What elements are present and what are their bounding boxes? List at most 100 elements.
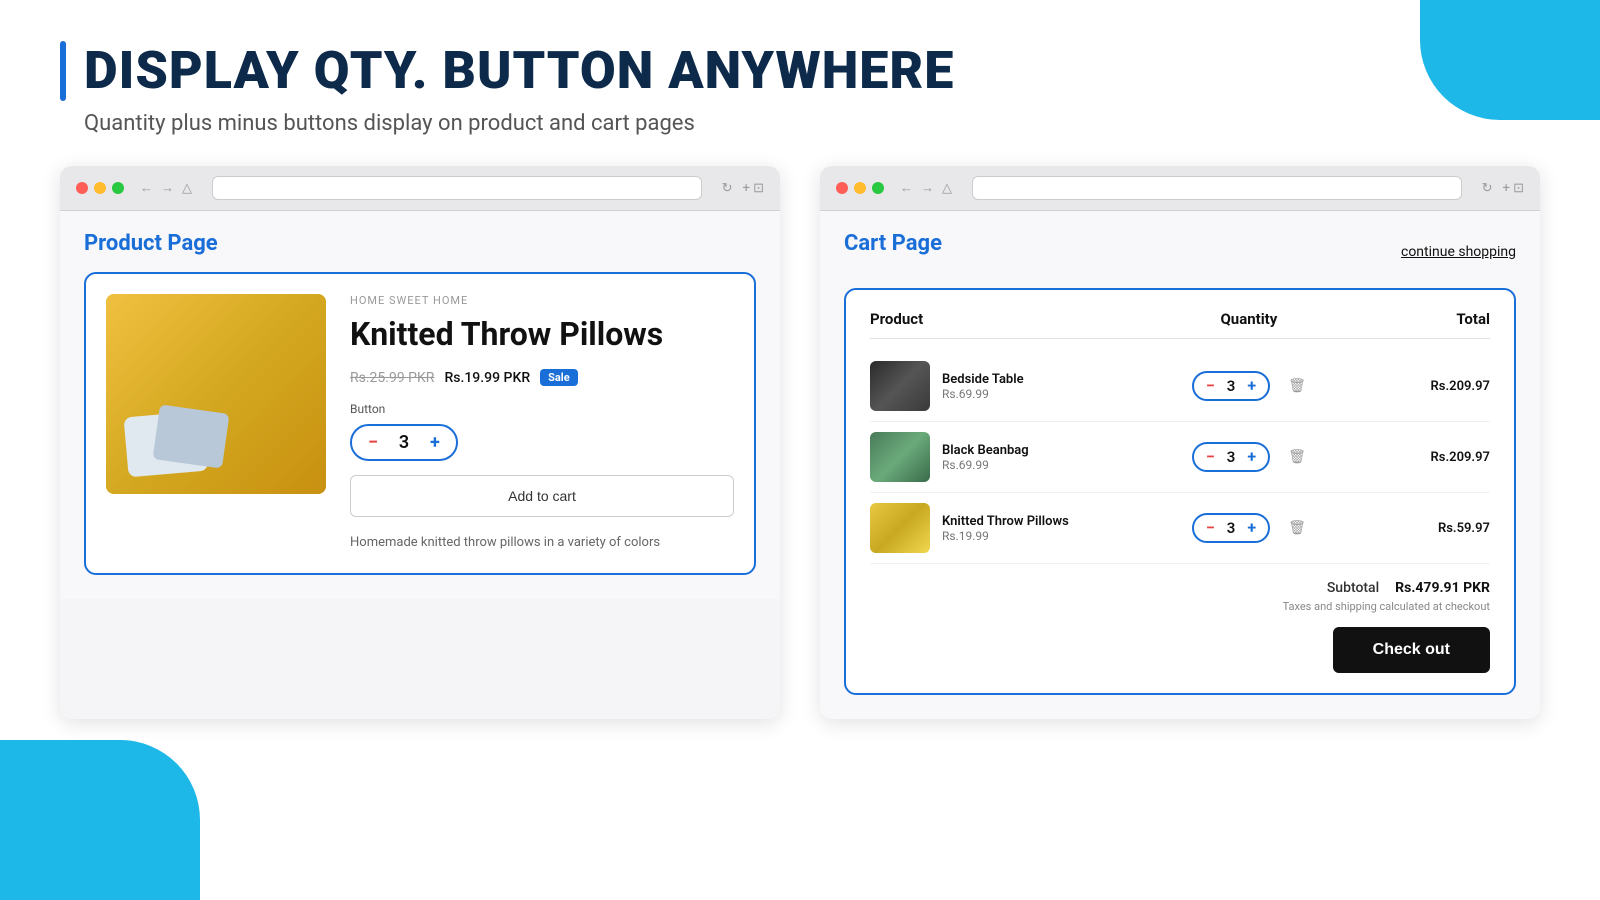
cart-qty-val-beanbag: 3 <box>1227 448 1236 466</box>
cart-qty-val-pillows: 3 <box>1227 519 1236 537</box>
product-browser-content: Product Page HOME SWEET HOME Knitted Thr… <box>60 211 780 599</box>
add-to-cart-button[interactable]: Add to cart <box>350 475 734 517</box>
price-original: Rs.25.99 PKR <box>350 370 434 386</box>
cart-section-title: Cart Page <box>844 231 942 256</box>
product-name: Knitted Throw Pillows <box>350 315 734 353</box>
item-info-bedside: Bedside Table Rs.69.99 <box>870 361 1146 411</box>
cart-qty-stepper-beanbag[interactable]: − 3 + <box>1192 442 1270 472</box>
subtotal-value: Rs.479.91 PKR <box>1395 580 1490 596</box>
cart-item: Bedside Table Rs.69.99 − 3 + 🗑 <box>870 351 1490 422</box>
cart-footer: Subtotal Rs.479.91 PKR Taxes and shippin… <box>870 580 1490 673</box>
cart-dot-green[interactable] <box>872 182 884 194</box>
cart-minus-bedside[interactable]: − <box>1206 378 1215 394</box>
cart-forward-btn[interactable]: → <box>921 180 934 196</box>
page-title: DISPLAY QTY. BUTTON ANYWHERE <box>84 40 954 101</box>
product-browser-toolbar: ← → △ ↻ + ⊡ <box>60 166 780 211</box>
cart-plus-pillows[interactable]: + <box>1247 520 1256 536</box>
item-name-pillows: Knitted Throw Pillows <box>942 514 1069 529</box>
cart-browser-address-bar[interactable] <box>972 176 1462 200</box>
col-header-product: Product <box>870 310 1146 328</box>
pillow-scene-image <box>106 294 326 494</box>
item-price-beanbag: Rs.69.99 <box>942 458 1029 472</box>
cart-new-tab-btn[interactable]: + ⊡ <box>1503 181 1525 196</box>
item-name-bedside: Bedside Table <box>942 372 1024 387</box>
item-total-pillows: Rs.59.97 <box>1352 521 1490 536</box>
item-name-beanbag: Black Beanbag <box>942 443 1029 458</box>
quantity-value: 3 <box>394 432 414 453</box>
item-price-pillows: Rs.19.99 <box>942 529 1069 543</box>
button-label: Button <box>350 402 734 416</box>
col-header-total: Total <box>1352 310 1490 328</box>
item-thumb-beanbag <box>870 432 930 482</box>
price-row: Rs.25.99 PKR Rs.19.99 PKR Sale <box>350 369 734 386</box>
browser-address-bar[interactable] <box>212 176 702 200</box>
dot-red[interactable] <box>76 182 88 194</box>
minus-button[interactable]: − <box>368 434 378 452</box>
cart-browser-nav: ← → △ <box>900 180 952 196</box>
cart-home-btn[interactable]: △ <box>942 181 952 196</box>
price-current: Rs.19.99 PKR <box>444 370 530 386</box>
col-header-quantity: Quantity <box>1146 310 1353 328</box>
product-image <box>106 294 326 494</box>
product-browser-mock: ← → △ ↻ + ⊡ Product Page HOME SWEET HOME… <box>60 166 780 719</box>
cart-browser-content: Cart Page continue shopping Product Quan… <box>820 211 1540 719</box>
delete-icon-beanbag[interactable]: 🗑 <box>1288 449 1306 465</box>
cart-browser-toolbar: ← → △ ↻ + ⊡ <box>820 166 1540 211</box>
item-thumb-bedside <box>870 361 930 411</box>
tax-note: Taxes and shipping calculated at checkou… <box>1283 600 1490 613</box>
title-bar-accent <box>60 41 66 101</box>
reload-btn[interactable]: ↻ <box>722 181 733 196</box>
product-section-title: Product Page <box>84 231 756 256</box>
cart-item: Black Beanbag Rs.69.99 − 3 + 🗑 <box>870 422 1490 493</box>
dot-yellow[interactable] <box>94 182 106 194</box>
item-qty-wrapper-beanbag: − 3 + 🗑 <box>1146 442 1353 472</box>
cart-browser-dots <box>836 182 884 194</box>
cart-reload-btn[interactable]: ↻ <box>1482 181 1493 196</box>
dot-green[interactable] <box>112 182 124 194</box>
item-qty-wrapper-pillows: − 3 + 🗑 <box>1146 513 1353 543</box>
deco-bottom-left <box>0 740 200 900</box>
panels-row: ← → △ ↻ + ⊡ Product Page HOME SWEET HOME… <box>60 166 1540 719</box>
subtotal-row: Subtotal Rs.479.91 PKR <box>1327 580 1490 596</box>
product-card: HOME SWEET HOME Knitted Throw Pillows Rs… <box>84 272 756 575</box>
browser-nav: ← → △ <box>140 180 192 196</box>
item-total-bedside: Rs.209.97 <box>1352 379 1490 394</box>
quantity-stepper[interactable]: − 3 + <box>350 424 458 461</box>
cart-qty-stepper-bedside[interactable]: − 3 + <box>1192 371 1270 401</box>
item-info-pillows: Knitted Throw Pillows Rs.19.99 <box>870 503 1146 553</box>
cart-dot-red[interactable] <box>836 182 848 194</box>
plus-button[interactable]: + <box>430 434 440 452</box>
page-subtitle: Quantity plus minus buttons display on p… <box>84 111 1540 136</box>
product-info: HOME SWEET HOME Knitted Throw Pillows Rs… <box>350 294 734 553</box>
new-tab-btn[interactable]: + ⊡ <box>743 181 765 196</box>
cart-plus-beanbag[interactable]: + <box>1247 449 1256 465</box>
cart-browser-mock: ← → △ ↻ + ⊡ Cart Page continue shopping … <box>820 166 1540 719</box>
product-description: Homemade knitted throw pillows in a vari… <box>350 533 734 553</box>
product-brand: HOME SWEET HOME <box>350 294 734 307</box>
continue-shopping-link[interactable]: continue shopping <box>1401 244 1516 260</box>
delete-icon-pillows[interactable]: 🗑 <box>1288 520 1306 536</box>
cart-card: Product Quantity Total Bedside Table Rs.… <box>844 288 1516 695</box>
forward-btn[interactable]: → <box>161 180 174 196</box>
cart-plus-bedside[interactable]: + <box>1247 378 1256 394</box>
cart-minus-beanbag[interactable]: − <box>1206 449 1215 465</box>
checkout-button[interactable]: Check out <box>1333 627 1490 673</box>
subtotal-label: Subtotal <box>1327 580 1379 596</box>
cart-qty-stepper-pillows[interactable]: − 3 + <box>1192 513 1270 543</box>
home-btn[interactable]: △ <box>182 181 192 196</box>
browser-dots <box>76 182 124 194</box>
sale-badge: Sale <box>540 369 578 386</box>
item-info-beanbag: Black Beanbag Rs.69.99 <box>870 432 1146 482</box>
item-price-bedside: Rs.69.99 <box>942 387 1024 401</box>
cart-dot-yellow[interactable] <box>854 182 866 194</box>
item-qty-wrapper-bedside: − 3 + 🗑 <box>1146 371 1353 401</box>
cart-header-row: Cart Page continue shopping <box>844 231 1516 272</box>
cart-minus-pillows[interactable]: − <box>1206 520 1215 536</box>
cart-back-btn[interactable]: ← <box>900 180 913 196</box>
back-btn[interactable]: ← <box>140 180 153 196</box>
delete-icon-bedside[interactable]: 🗑 <box>1288 378 1306 394</box>
cart-item: Knitted Throw Pillows Rs.19.99 − 3 + 🗑 <box>870 493 1490 564</box>
cart-qty-val-bedside: 3 <box>1227 377 1236 395</box>
item-thumb-pillows <box>870 503 930 553</box>
item-total-beanbag: Rs.209.97 <box>1352 450 1490 465</box>
